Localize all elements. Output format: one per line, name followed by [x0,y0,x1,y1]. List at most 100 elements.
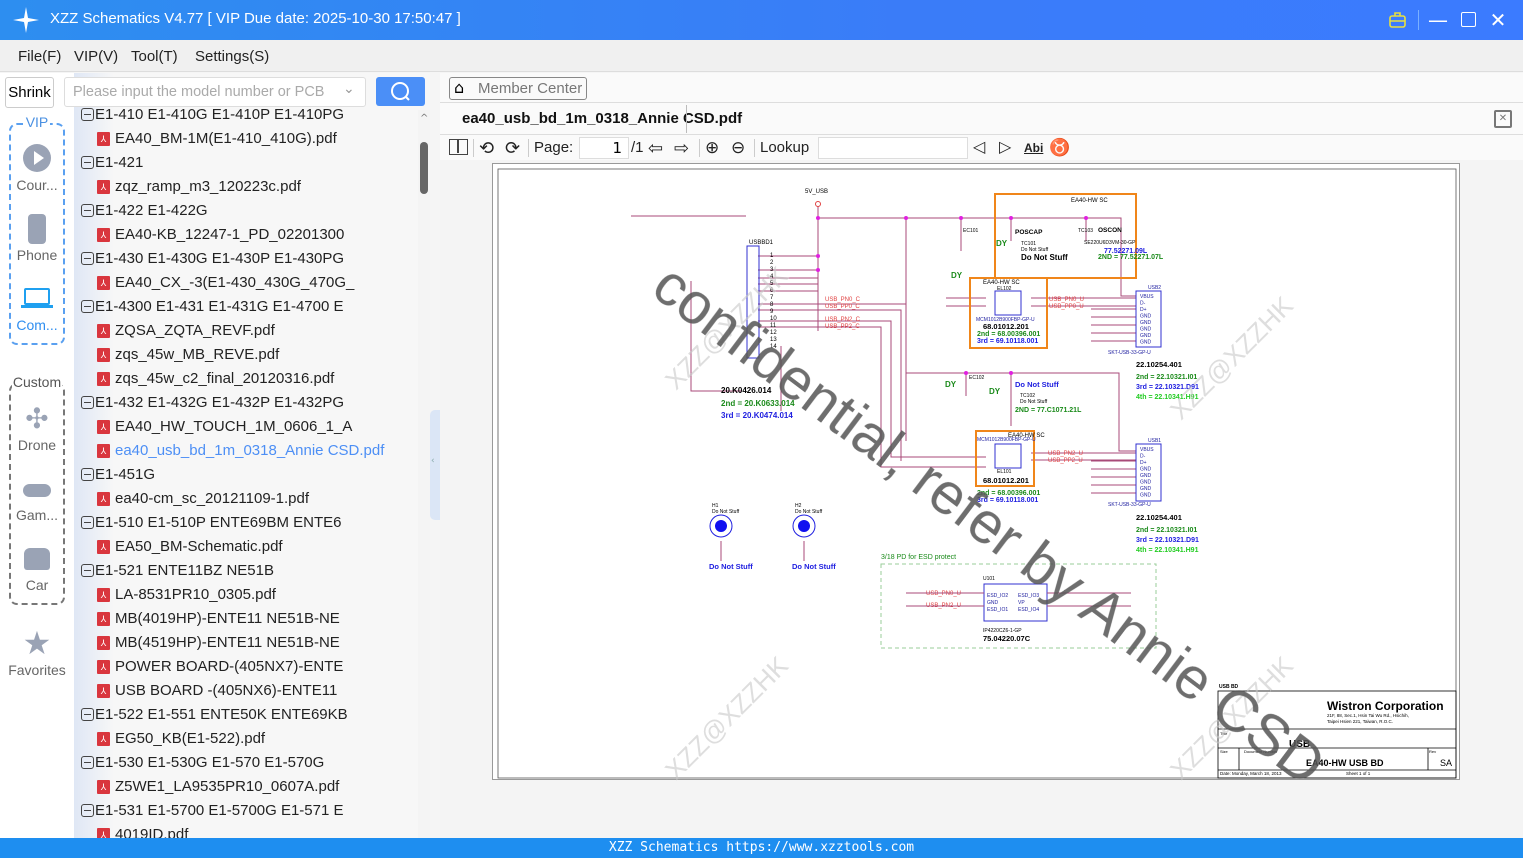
net-5v-usb: 5V_USB [805,189,828,195]
tree-file-item[interactable]: ⅄ zqs_45w_c2_final_20120316.pdf [0,367,406,391]
tree-file-item[interactable]: ⅄ ea40-cm_sc_20121109-1.pdf [0,487,406,511]
tree-label: MB(4019HP)-ENTE11 NE51B-NE [115,610,340,627]
page-total: /1 [631,139,644,156]
rotate-left-icon[interactable]: ⟲ [479,137,494,159]
menu-settings[interactable]: Settings(S) [195,48,269,65]
collapse-icon[interactable] [81,468,94,481]
tree-file-item[interactable]: ⅄ POWER BOARD-(405NX7)-ENTE [0,655,406,679]
pdf-file-icon: ⅄ [97,276,110,290]
binoculars-icon[interactable]: ♉ [1049,137,1070,159]
esd-pin-label: GND [987,600,999,606]
tree-group[interactable]: E1-451G [0,463,406,487]
collapse-icon[interactable] [81,300,94,313]
zoom-out-icon[interactable]: ⊖ [731,137,745,159]
ec102-label: EC102 [969,375,985,381]
chevron-down-icon[interactable]: ⌄ [343,81,355,97]
close-tab-icon[interactable]: ✕ [1494,110,1512,128]
page-number-input[interactable]: 1 [579,137,629,159]
collapse-icon[interactable] [81,516,94,529]
collapse-icon[interactable] [81,708,94,721]
net-usb-pp0-c: USB_PP0_C [825,304,860,310]
tree-group[interactable]: E1-521 ENTE11BZ NE51B [0,559,406,583]
tree-file-item[interactable]: ⅄ EA40_BM-1M(E1-410_410G).pdf [0,127,406,151]
tree-file-item[interactable]: ⅄ EA50_BM-Schematic.pdf [0,535,406,559]
tree-file-item[interactable]: ⅄ zqz_ramp_m3_120223c.pdf [0,175,406,199]
tree-group[interactable]: E1-410 E1-410G E1-410P E1-410PG [0,103,406,127]
tree-file-item[interactable]: ⅄ MB(4019HP)-ENTE11 NE51B-NE [0,607,406,631]
collapse-icon[interactable] [81,804,94,817]
tree-label: EA40_CX_-3(E1-430_430G_470G_ [115,274,355,291]
vip-briefcase-icon[interactable] [1388,11,1408,29]
watermark-xzz-2: XZZ@XZZHK [1164,290,1299,425]
tree-group[interactable]: E1-421 [0,151,406,175]
tree-file-item[interactable]: ⅄ EA40_HW_TOUCH_1M_0606_1_A [0,415,406,439]
tree-file-item[interactable]: ⅄ LA-8531PR10_0305.pdf [0,583,406,607]
pdf-page: 5V_USB USBBD1 1 2 3 4 5 6 7 8 9 10 11 12 13 14 20.K04… [492,163,1460,798]
tree-file-item[interactable]: ⅄ USB BOARD -(405NX6)-ENTE11 [0,679,406,703]
tree-scrollbar[interactable]: ^ [418,110,430,838]
next-page-arrow-icon[interactable]: ⇨ [674,137,689,159]
rotate-right-icon[interactable]: ⟳ [505,137,520,159]
tree-file-item[interactable]: ⅄ EA40_CX_-3(E1-430_430G_470G_ [0,271,406,295]
esd-pin-label: ESD_IO1 [987,607,1008,613]
prev-page-arrow-icon[interactable]: ⇦ [648,137,663,159]
usb-pin-label: GND [1140,340,1152,346]
usb-pin-label: GND [1140,473,1152,479]
collapse-icon[interactable] [81,108,94,121]
tree-file-item[interactable]: ⅄ MB(4519HP)-ENTE11 NE51B-NE [0,631,406,655]
usb-pin-label: GND [1140,480,1152,486]
find-prev-icon[interactable]: ◁ [973,137,985,159]
two-page-view-icon[interactable] [449,139,468,155]
usb-pin-label: GND [1140,333,1152,339]
tree-group[interactable]: E1-531 E1-5700 E1-5700G E1-571 E [0,799,406,823]
net-usb-pn0-c: USB_PN0_C [825,297,861,303]
usb-pin-label: VBUS [1140,447,1154,453]
tree-label: E1-4300 E1-431 E1-431G E1-4700 E [95,298,344,315]
tree-group[interactable]: E1-530 E1-530G E1-570 E1-570G [0,751,406,775]
home-icon: ⌂ [454,78,465,97]
lookup-input[interactable] [818,137,968,159]
menu-vip[interactable]: VIP(V) [74,48,118,65]
maximize-button[interactable] [1461,12,1476,27]
tree-group[interactable]: E1-422 E1-422G [0,199,406,223]
minimize-button[interactable]: — [1426,8,1450,32]
tree-label: MB(4519HP)-ENTE11 NE51B-NE [115,634,340,651]
tree-file-item[interactable]: ⅄ EG50_KB(E1-522).pdf [0,727,406,751]
search-button[interactable] [376,77,425,106]
collapse-icon[interactable] [81,252,94,265]
collapse-icon[interactable] [81,396,94,409]
tree-group[interactable]: E1-430 E1-430G E1-430P E1-430PG [0,247,406,271]
tree-file-item[interactable]: ⅄ zqs_45w_MB_REVE.pdf [0,343,406,367]
tab-document[interactable]: ea40_usb_bd_1m_0318_Annie CSD.pdf [462,110,742,127]
scroll-thumb[interactable] [420,142,428,194]
collapse-icon[interactable] [81,756,94,769]
tree-file-item[interactable]: ⅄ ZQSA_ZQTA_REVF.pdf [0,319,406,343]
pdf-file-icon: ⅄ [97,492,110,506]
collapse-panel-handle[interactable]: ‹ [430,410,440,520]
menu-tool[interactable]: Tool(T) [131,48,178,65]
pdf-file-icon: ⅄ [97,684,110,698]
pdf-file-icon: ⅄ [97,420,110,434]
choke-2nd-1: 2nd = 68.00396.001 [977,331,1040,338]
tree-file-item[interactable]: ⅄ Z5WE1_LA9535PR10_0607A.pdf [0,775,406,799]
member-center-button[interactable]: ⌂ Member Center [449,77,587,100]
ec101-label: EC101 [963,228,979,234]
tree-file-item[interactable]: ⅄ ea40_usb_bd_1m_0318_Annie CSD.pdf [0,439,406,463]
tree-label: EA40_BM-1M(E1-410_410G).pdf [115,130,337,147]
usbbd1-label: USBBD1 [749,240,774,246]
tree-group[interactable]: E1-510 E1-510P ENTE69BM ENTE6 [0,511,406,535]
tree-file-item[interactable]: ⅄ EA40-KB_12247-1_PD_02201300 [0,223,406,247]
close-button[interactable]: ✕ [1486,8,1510,32]
usb-pin-label: D+ [1140,460,1147,466]
tree-group[interactable]: E1-4300 E1-431 E1-431G E1-4700 E [0,295,406,319]
match-case-icon[interactable]: Abi [1024,137,1043,159]
tree-group[interactable]: E1-432 E1-432G E1-432P E1-432PG [0,391,406,415]
menu-file[interactable]: File(F) [18,48,61,65]
pdf-file-icon: ⅄ [97,444,110,458]
collapse-icon[interactable] [81,204,94,217]
collapse-icon[interactable] [81,564,94,577]
find-next-icon[interactable]: ▷ [999,137,1011,159]
collapse-icon[interactable] [81,156,94,169]
zoom-in-icon[interactable]: ⊕ [705,137,719,159]
tree-group[interactable]: E1-522 E1-551 ENTE50K ENTE69KB [0,703,406,727]
